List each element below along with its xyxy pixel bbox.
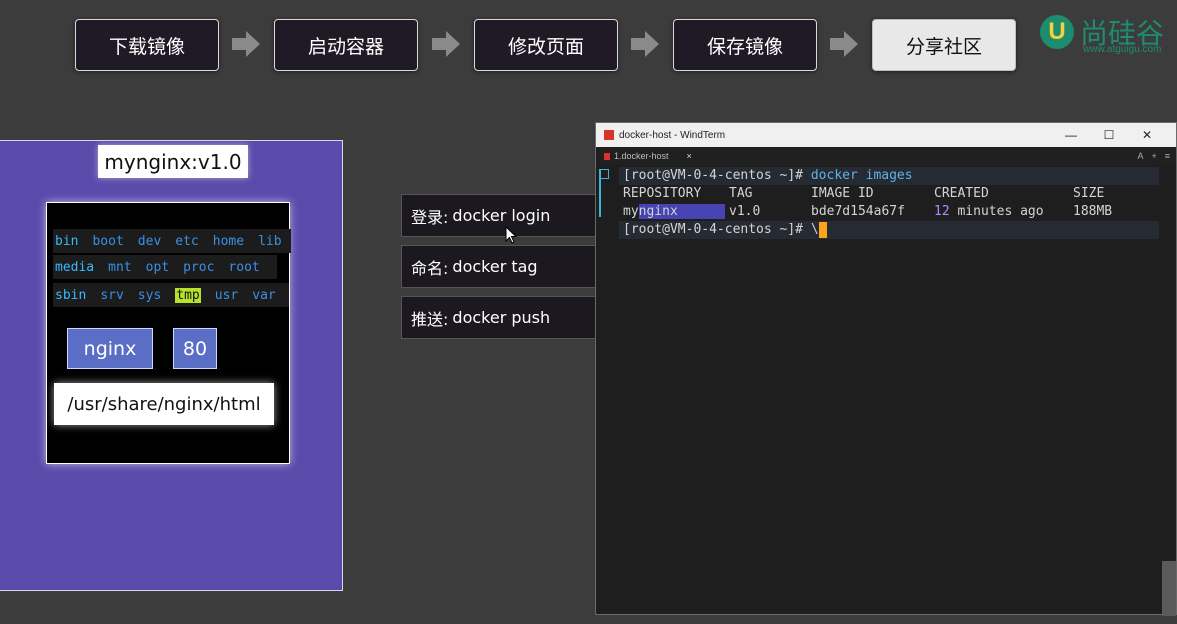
- dir-item: proc: [183, 259, 215, 275]
- typed-input[interactable]: \: [811, 222, 819, 237]
- selection-tail: [677, 204, 725, 219]
- cmd-label: 登录:: [411, 207, 449, 227]
- selected-text[interactable]: nginx: [638, 204, 678, 219]
- arrow-right-icon: [631, 31, 659, 57]
- col-size-header: SIZE: [1073, 186, 1105, 201]
- menu-icon[interactable]: ≡: [1165, 151, 1170, 161]
- tab-close-icon[interactable]: ×: [687, 151, 692, 161]
- dir-item: bin: [55, 233, 79, 249]
- step-share-community: 分享社区: [872, 19, 1016, 71]
- dir-item: root: [228, 259, 260, 275]
- command-text: docker images: [810, 168, 913, 183]
- windterm-icon: [604, 130, 614, 140]
- logo-mark: U: [1040, 15, 1074, 49]
- window-title: docker-host - WindTerm: [619, 129, 726, 141]
- maximize-button[interactable]: ☐: [1090, 128, 1128, 142]
- step-download-image: 下载镜像: [75, 19, 219, 71]
- text-cursor: [818, 221, 827, 238]
- step-modify-page: 修改页面: [474, 19, 618, 71]
- dir-row-3: sbin srv sys tmp usr var: [53, 283, 289, 307]
- tab-docker-host[interactable]: 1.docker-host: [614, 151, 669, 161]
- dir-item: boot: [92, 233, 124, 249]
- nginx-chip: nginx: [67, 328, 153, 369]
- terminal-tabbar: 1.docker-host × A + ≡: [596, 147, 1176, 165]
- cmd-login: 登录: docker login: [401, 194, 597, 237]
- arrow-right-icon: [432, 31, 460, 57]
- cmd-label: 命名:: [411, 258, 449, 278]
- dir-item: mnt: [108, 259, 132, 275]
- cell-size: 188MB: [1073, 204, 1113, 219]
- terminal-line[interactable]: [root@VM-0-4-centos ~]# \: [623, 221, 827, 239]
- step-save-image: 保存镜像: [673, 19, 817, 71]
- step-start-container: 启动容器: [274, 19, 418, 71]
- arrow-right-icon: [232, 31, 260, 57]
- cell-tag: v1.0: [729, 204, 761, 219]
- repo-prefix: my: [623, 204, 639, 219]
- cmd-tag: 命名: docker tag: [401, 245, 597, 288]
- terminal-output[interactable]: [root@VM-0-4-centos ~]# docker images RE…: [596, 165, 1176, 614]
- col-image-id-header: IMAGE ID: [811, 186, 874, 201]
- minimize-button[interactable]: —: [1052, 128, 1090, 142]
- image-tag-label: mynginx:v1.0: [98, 145, 248, 178]
- cell-repository[interactable]: mynginx: [623, 203, 725, 221]
- port-chip: 80: [173, 328, 217, 369]
- prompt: [root@VM-0-4-centos ~]#: [623, 168, 804, 183]
- tab-icon: [604, 152, 610, 160]
- terminal-scrollbar[interactable]: [1162, 561, 1176, 616]
- cell-created: 12 minutes ago: [934, 203, 1044, 221]
- close-button[interactable]: ✕: [1128, 128, 1166, 142]
- created-unit: minutes ago: [957, 204, 1044, 219]
- dir-item: sys: [137, 287, 162, 303]
- font-size-button[interactable]: A: [1137, 151, 1143, 161]
- col-created-header: CREATED: [934, 186, 989, 201]
- terminal-titlebar[interactable]: docker-host - WindTerm — ☐ ✕: [596, 123, 1176, 147]
- mouse-pointer-icon: [505, 226, 518, 244]
- dir-item: etc: [175, 233, 199, 249]
- terminal-window[interactable]: docker-host - WindTerm — ☐ ✕ 1.docker-ho…: [595, 122, 1177, 616]
- logo-url: www.atguigu.com: [1083, 44, 1162, 55]
- dir-item: srv: [100, 287, 124, 303]
- dir-item: var: [252, 287, 276, 303]
- cell-image-id: bde7d154a67f: [811, 204, 905, 219]
- dir-item: home: [212, 233, 245, 249]
- dir-row-2: media mnt opt proc root: [53, 255, 277, 279]
- dir-item: media: [55, 259, 95, 275]
- prompt: [root@VM-0-4-centos ~]#: [623, 222, 804, 237]
- dir-item-highlighted: tmp: [175, 287, 201, 303]
- cmd-text: docker push: [452, 308, 551, 327]
- col-repository-header: REPOSITORY: [623, 186, 702, 201]
- cmd-push: 推送: docker push: [401, 296, 597, 339]
- html-path-box: /usr/share/nginx/html: [54, 383, 274, 425]
- dir-item: usr: [214, 287, 239, 303]
- terminal-line: [root@VM-0-4-centos ~]# docker images: [623, 167, 913, 185]
- cmd-text: docker tag: [452, 257, 538, 276]
- dir-item: dev: [137, 233, 162, 249]
- dir-item: opt: [145, 259, 170, 275]
- dir-row-1: bin boot dev etc home lib: [53, 229, 291, 253]
- new-tab-button[interactable]: +: [1151, 151, 1156, 161]
- dir-item: lib: [258, 233, 282, 249]
- cmd-text: docker login: [452, 206, 551, 225]
- cmd-label: 推送:: [411, 309, 449, 329]
- col-tag-header: TAG: [729, 186, 753, 201]
- dir-item: sbin: [55, 287, 87, 303]
- created-number: 12: [934, 204, 950, 219]
- command-fold-marker[interactable]: [599, 169, 611, 217]
- arrow-right-icon: [830, 31, 858, 57]
